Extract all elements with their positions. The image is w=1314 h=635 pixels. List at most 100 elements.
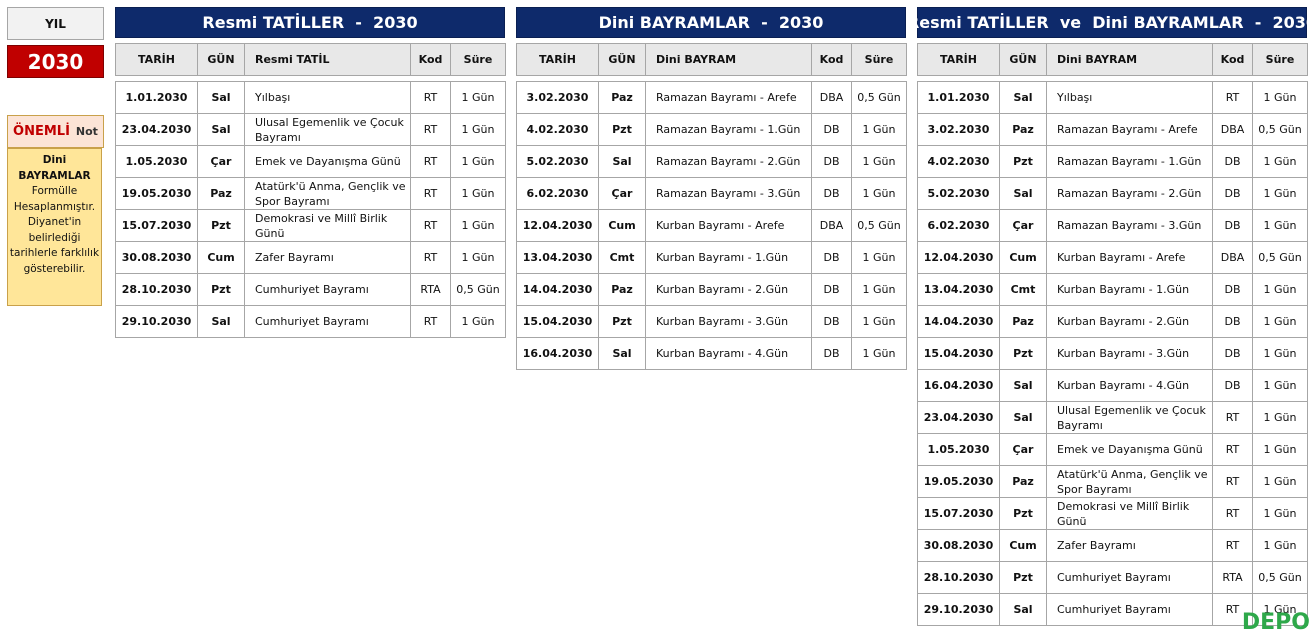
cell-tarih[interactable]: 19.05.2030	[115, 177, 198, 210]
cell-sure[interactable]: 1 Gün	[1252, 337, 1308, 370]
cell-sure[interactable]: 1 Gün	[1252, 305, 1308, 338]
cell-kod[interactable]: RT	[410, 145, 451, 178]
cell-name[interactable]: Zafer Bayramı	[244, 241, 411, 274]
cell-kod[interactable]: RT	[410, 177, 451, 210]
cell-sure[interactable]: 0,5 Gün	[851, 209, 907, 242]
cell-name[interactable]: Cumhuriyet Bayramı	[244, 305, 411, 338]
cell-tarih[interactable]: 6.02.2030	[917, 209, 1000, 242]
cell-name[interactable]: Ramazan Bayramı - 3.Gün	[645, 177, 812, 210]
year-input[interactable]: 2030	[7, 45, 104, 78]
cell-gun[interactable]: Paz	[999, 113, 1047, 146]
cell-gun[interactable]: Cmt	[999, 273, 1047, 306]
cell-sure[interactable]: 1 Gün	[1252, 209, 1308, 242]
cell-tarih[interactable]: 13.04.2030	[516, 241, 599, 274]
cell-gun[interactable]: Sal	[999, 177, 1047, 210]
cell-sure[interactable]: 1 Gün	[450, 305, 506, 338]
cell-name[interactable]: Kurban Bayramı - 4.Gün	[1046, 369, 1213, 402]
cell-name[interactable]: Kurban Bayramı - 2.Gün	[1046, 305, 1213, 338]
cell-kod[interactable]: DB	[1212, 273, 1253, 306]
cell-name[interactable]: Ulusal Egemenlik ve Çocuk Bayramı	[244, 113, 411, 146]
cell-sure[interactable]: 1 Gün	[450, 209, 506, 242]
cell-tarih[interactable]: 23.04.2030	[115, 113, 198, 146]
cell-sure[interactable]: 1 Gün	[1252, 529, 1308, 562]
cell-sure[interactable]: 1 Gün	[450, 145, 506, 178]
cell-kod[interactable]: RT	[410, 81, 451, 114]
cell-gun[interactable]: Cmt	[598, 241, 646, 274]
cell-sure[interactable]: 1 Gün	[1252, 369, 1308, 402]
cell-kod[interactable]: DB	[811, 273, 852, 306]
cell-tarih[interactable]: 5.02.2030	[516, 145, 599, 178]
cell-kod[interactable]: RT	[1212, 465, 1253, 498]
cell-tarih[interactable]: 12.04.2030	[917, 241, 1000, 274]
cell-name[interactable]: Kurban Bayramı - 1.Gün	[1046, 273, 1213, 306]
cell-tarih[interactable]: 12.04.2030	[516, 209, 599, 242]
cell-gun[interactable]: Pzt	[598, 305, 646, 338]
cell-tarih[interactable]: 3.02.2030	[917, 113, 1000, 146]
cell-name[interactable]: Zafer Bayramı	[1046, 529, 1213, 562]
cell-sure[interactable]: 1 Gün	[450, 113, 506, 146]
cell-tarih[interactable]: 4.02.2030	[917, 145, 1000, 178]
cell-kod[interactable]: RT	[1212, 529, 1253, 562]
cell-gun[interactable]: Sal	[999, 401, 1047, 434]
cell-sure[interactable]: 1 Gün	[1252, 273, 1308, 306]
cell-gun[interactable]: Paz	[999, 305, 1047, 338]
cell-gun[interactable]: Pzt	[197, 209, 245, 242]
cell-kod[interactable]: DBA	[1212, 241, 1253, 274]
cell-tarih[interactable]: 29.10.2030	[115, 305, 198, 338]
cell-gun[interactable]: Pzt	[197, 273, 245, 306]
cell-name[interactable]: Kurban Bayramı - 2.Gün	[645, 273, 812, 306]
cell-tarih[interactable]: 1.01.2030	[917, 81, 1000, 114]
cell-name[interactable]: Cumhuriyet Bayramı	[244, 273, 411, 306]
cell-tarih[interactable]: 14.04.2030	[516, 273, 599, 306]
cell-tarih[interactable]: 15.04.2030	[917, 337, 1000, 370]
cell-gun[interactable]: Pzt	[999, 145, 1047, 178]
cell-gun[interactable]: Sal	[598, 337, 646, 370]
cell-name[interactable]: Yılbaşı	[244, 81, 411, 114]
cell-gun[interactable]: Paz	[598, 273, 646, 306]
cell-kod[interactable]: RT	[410, 305, 451, 338]
cell-name[interactable]: Ramazan Bayramı - 2.Gün	[645, 145, 812, 178]
cell-tarih[interactable]: 15.07.2030	[115, 209, 198, 242]
cell-sure[interactable]: 1 Gün	[851, 177, 907, 210]
cell-name[interactable]: Atatürk'ü Anma, Gençlik ve Spor Bayramı	[244, 177, 411, 210]
cell-kod[interactable]: DB	[811, 177, 852, 210]
cell-tarih[interactable]: 14.04.2030	[917, 305, 1000, 338]
cell-tarih[interactable]: 1.05.2030	[115, 145, 198, 178]
cell-kod[interactable]: RTA	[1212, 561, 1253, 594]
cell-gun[interactable]: Çar	[598, 177, 646, 210]
cell-kod[interactable]: DB	[1212, 369, 1253, 402]
cell-name[interactable]: Ramazan Bayramı - 1.Gün	[645, 113, 812, 146]
cell-tarih[interactable]: 5.02.2030	[917, 177, 1000, 210]
cell-sure[interactable]: 1 Gün	[851, 305, 907, 338]
cell-tarih[interactable]: 16.04.2030	[516, 337, 599, 370]
cell-gun[interactable]: Cum	[999, 529, 1047, 562]
cell-tarih[interactable]: 15.04.2030	[516, 305, 599, 338]
cell-name[interactable]: Cumhuriyet Bayramı	[1046, 561, 1213, 594]
cell-kod[interactable]: DB	[811, 113, 852, 146]
cell-kod[interactable]: DB	[811, 337, 852, 370]
cell-kod[interactable]: RT	[1212, 81, 1253, 114]
cell-kod[interactable]: RT	[1212, 433, 1253, 466]
cell-kod[interactable]: RT	[410, 241, 451, 274]
cell-sure[interactable]: 1 Gün	[851, 145, 907, 178]
cell-gun[interactable]: Cum	[598, 209, 646, 242]
cell-gun[interactable]: Cum	[197, 241, 245, 274]
cell-tarih[interactable]: 16.04.2030	[917, 369, 1000, 402]
cell-kod[interactable]: RTA	[410, 273, 451, 306]
cell-name[interactable]: Ramazan Bayramı - 1.Gün	[1046, 145, 1213, 178]
cell-gun[interactable]: Sal	[999, 593, 1047, 626]
cell-kod[interactable]: RT	[410, 209, 451, 242]
cell-kod[interactable]: DB	[1212, 337, 1253, 370]
cell-sure[interactable]: 1 Gün	[1252, 433, 1308, 466]
cell-kod[interactable]: DB	[811, 145, 852, 178]
cell-sure[interactable]: 1 Gün	[1252, 401, 1308, 434]
cell-tarih[interactable]: 15.07.2030	[917, 497, 1000, 530]
cell-tarih[interactable]: 23.04.2030	[917, 401, 1000, 434]
cell-gun[interactable]: Pzt	[999, 497, 1047, 530]
cell-sure[interactable]: 0,5 Gün	[851, 81, 907, 114]
cell-name[interactable]: Kurban Bayramı - 1.Gün	[645, 241, 812, 274]
cell-name[interactable]: Ramazan Bayramı - Arefe	[645, 81, 812, 114]
cell-kod[interactable]: DBA	[811, 81, 852, 114]
cell-tarih[interactable]: 1.05.2030	[917, 433, 1000, 466]
cell-tarih[interactable]: 13.04.2030	[917, 273, 1000, 306]
